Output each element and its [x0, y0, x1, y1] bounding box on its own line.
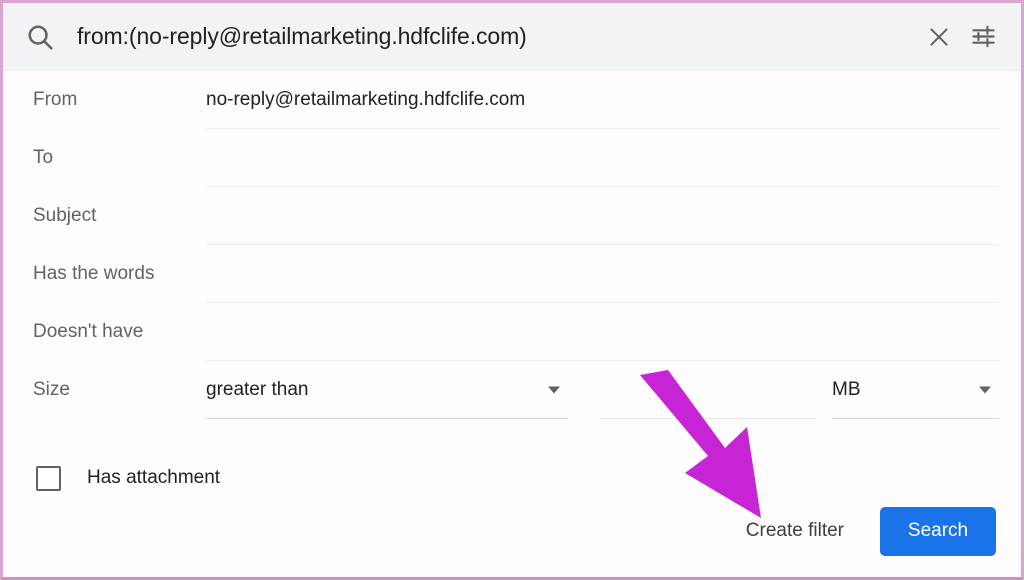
from-value: no-reply@retailmarketing.hdfclife.com [206, 88, 526, 110]
size-comparator-value: greater than [206, 378, 309, 400]
form-row-doesnt-have: Doesn't have [3, 303, 1021, 361]
label-to: To [33, 147, 54, 168]
form-row-to: To [3, 129, 1021, 187]
size-amount-input[interactable] [600, 361, 817, 419]
chevron-down-icon [548, 386, 560, 393]
search-input[interactable]: from:(no-reply@retailmarketing.hdfclife.… [77, 23, 917, 50]
from-field[interactable]: no-reply@retailmarketing.hdfclife.com [206, 71, 999, 129]
label-from: From [33, 89, 78, 110]
advanced-search-form: From no-reply@retailmarketing.hdfclife.c… [3, 71, 1021, 577]
search-bar-actions [917, 15, 1005, 59]
label-doesnt-have: Doesn't have [33, 321, 144, 342]
search-button[interactable]: Search [880, 506, 996, 556]
tune-icon[interactable] [961, 15, 1005, 59]
chevron-down-icon [979, 386, 991, 393]
form-row-subject: Subject [3, 187, 1021, 245]
search-icon [25, 22, 55, 52]
form-row-from: From no-reply@retailmarketing.hdfclife.c… [3, 71, 1021, 129]
size-comparator-select[interactable]: greater than [206, 361, 568, 419]
form-footer: Create filter Search [3, 485, 1021, 577]
size-unit-value: MB [832, 378, 861, 400]
label-size: Size [33, 379, 70, 400]
size-unit-select[interactable]: MB [832, 361, 999, 419]
create-filter-link[interactable]: Create filter [746, 520, 844, 542]
form-row-has-the-words: Has the words [3, 245, 1021, 303]
form-row-size: Size greater than MB [3, 361, 1021, 419]
search-bar[interactable]: from:(no-reply@retailmarketing.hdfclife.… [3, 3, 1021, 71]
label-has-the-words: Has the words [33, 263, 155, 284]
has-the-words-field[interactable] [206, 245, 999, 303]
subject-field[interactable] [206, 187, 999, 245]
doesnt-have-field[interactable] [206, 303, 999, 361]
label-subject: Subject [33, 205, 97, 226]
close-icon[interactable] [917, 15, 961, 59]
gmail-advanced-search-window: from:(no-reply@retailmarketing.hdfclife.… [0, 0, 1024, 580]
to-field[interactable] [206, 129, 999, 187]
